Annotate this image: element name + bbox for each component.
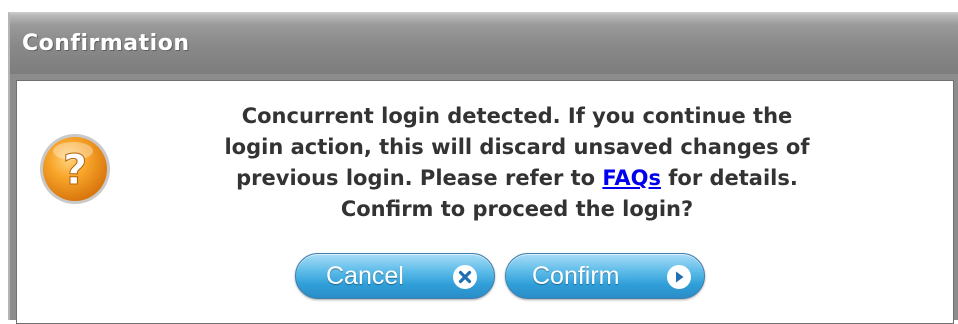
close-icon	[453, 265, 477, 289]
message-line: login action, this will discard unsaved …	[224, 135, 810, 159]
cancel-button[interactable]: Cancel	[295, 253, 495, 299]
confirmation-dialog: Confirmation ? Concurrent login detected…	[8, 12, 958, 324]
message-line: Confirm to proceed the login?	[340, 197, 694, 221]
confirm-button[interactable]: Confirm	[505, 253, 705, 299]
message-line: Concurrent login detected. If you contin…	[241, 104, 793, 128]
arrow-right-icon	[667, 265, 691, 289]
svg-text:?: ?	[63, 145, 87, 194]
faqs-link[interactable]: FAQs	[602, 166, 661, 190]
question-icon: ?	[40, 134, 110, 204]
cancel-button-label: Cancel	[326, 262, 404, 290]
dialog-message: Concurrent login detected. If you contin…	[137, 101, 897, 225]
dialog-body: ? Concurrent login detected. If you cont…	[16, 80, 954, 324]
confirm-button-label: Confirm	[532, 262, 620, 290]
dialog-titlebar[interactable]: Confirmation	[10, 14, 958, 74]
dialog-title: Confirmation	[22, 31, 190, 56]
message-text: for details.	[660, 166, 798, 190]
message-line: previous login. Please refer to FAQs for…	[137, 163, 897, 194]
message-text: previous login. Please refer to	[236, 166, 603, 190]
